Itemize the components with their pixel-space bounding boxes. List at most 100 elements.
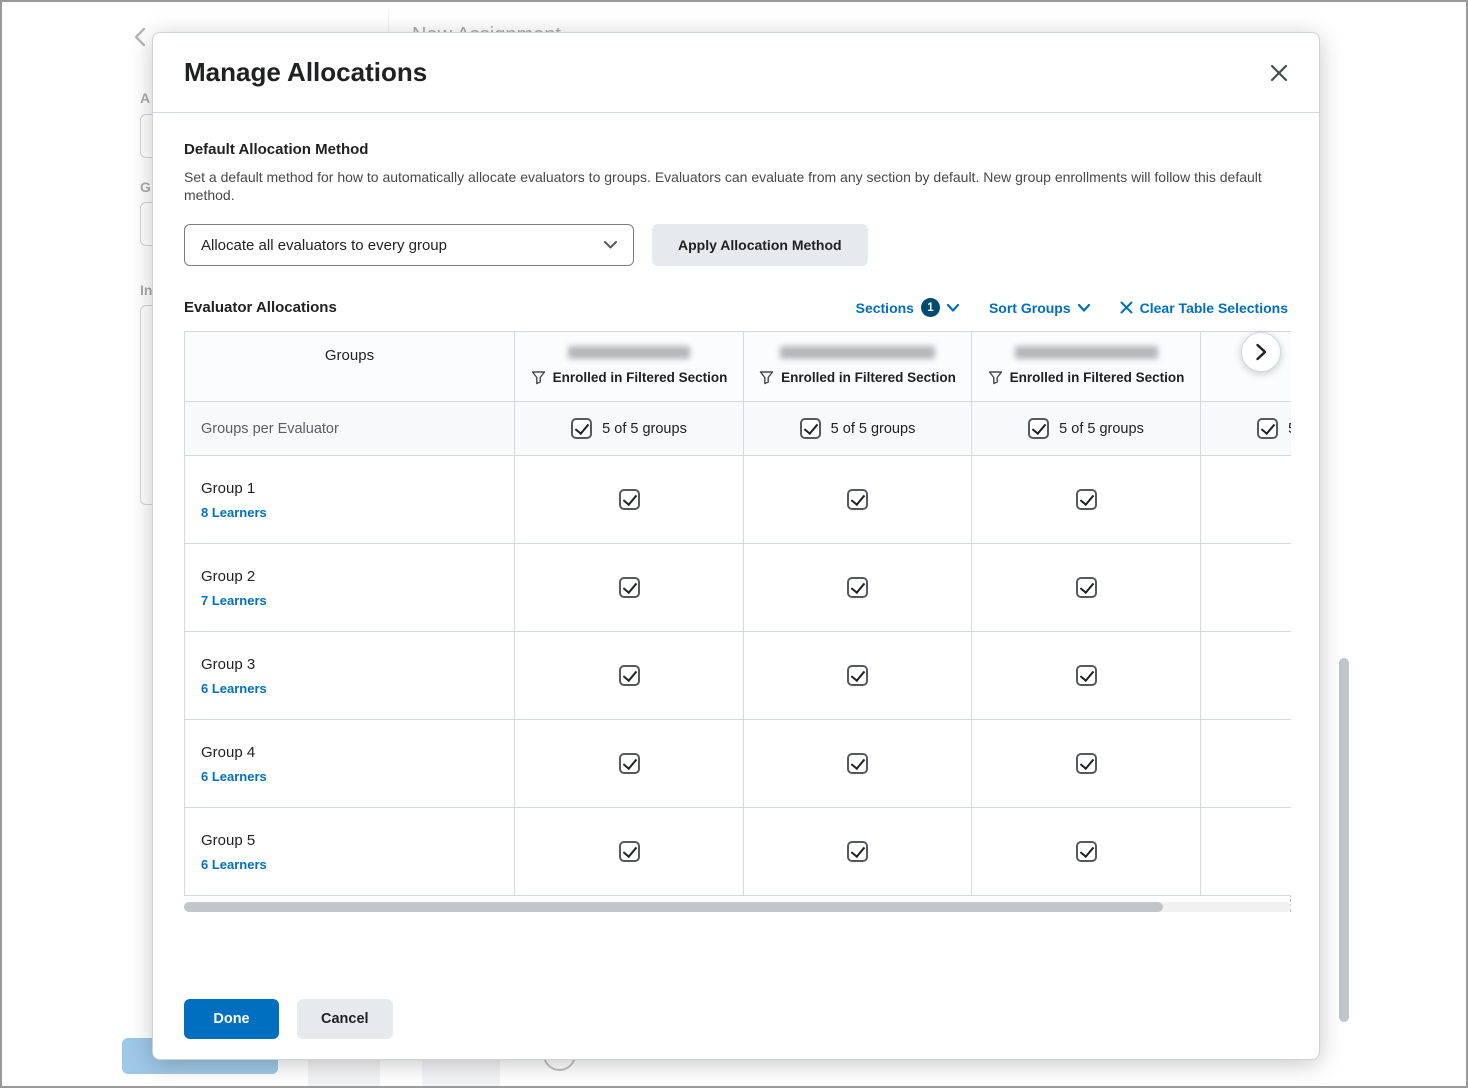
close-icon[interactable] [1261,55,1297,91]
cancel-button[interactable]: Cancel [297,999,393,1039]
apply-allocation-method-button[interactable]: Apply Allocation Method [652,224,868,266]
groups-column-header: Groups [185,332,515,402]
allocation-cell-clipped [1201,720,1291,808]
chevron-down-icon [604,241,617,249]
allocation-checkbox[interactable] [847,841,868,862]
group-row-header: Group 4 6 Learners [185,720,515,808]
sort-groups-label: Sort Groups [989,300,1071,316]
allocation-checkbox[interactable] [1076,577,1097,598]
allocation-method-value: Allocate all evaluators to every group [201,237,447,254]
evaluator-column-header: Enrolled in Filtered Section [972,332,1201,402]
allocation-cell [972,720,1201,808]
enrolled-filter-label: Enrolled in Filtered Section [553,370,728,385]
allocation-cell [515,456,744,544]
learners-link[interactable]: 6 Learners [201,681,267,696]
clear-link-label: Clear Table Selections [1140,300,1288,316]
dialog-header: Manage Allocations [153,33,1319,113]
allocation-checkbox[interactable] [1076,753,1097,774]
allocation-checkbox[interactable] [1076,489,1097,510]
screen: New Assignment A G In ? Manage Allocatio… [0,0,1468,1088]
column-summary-cell: 5 of 5 groups [744,402,972,456]
select-all-checkbox[interactable] [1257,418,1278,439]
enrolled-filter-indicator: Enrolled in Filtered Section [759,370,956,385]
done-button[interactable]: Done [184,999,279,1039]
allocation-checkbox[interactable] [619,665,640,686]
allocation-summary-text: 5 of 5 groups [1059,421,1144,437]
group-row-header: Group 3 6 Learners [185,632,515,720]
default-method-heading: Default Allocation Method [184,141,1288,158]
allocation-cell-clipped [1201,456,1291,544]
allocation-cell [515,720,744,808]
learners-link[interactable]: 8 Learners [201,505,267,520]
evaluator-name-redacted [568,346,690,359]
select-all-checkbox[interactable] [800,418,821,439]
chevron-down-icon [947,304,959,312]
group-name: Group 1 [201,480,255,497]
allocation-checkbox[interactable] [1076,841,1097,862]
filter-funnel-icon [988,370,1003,385]
allocation-checkbox[interactable] [619,489,640,510]
table-scrollbar-horizontal[interactable] [184,902,1291,912]
groups-per-evaluator-label: Groups per Evaluator [185,402,515,456]
allocation-cell [972,456,1201,544]
allocation-cell [972,808,1201,896]
allocation-checkbox[interactable] [847,665,868,686]
evaluator-name-redacted [1015,346,1158,359]
group-name: Group 4 [201,744,255,761]
chevron-down-icon [1078,304,1090,312]
allocation-checkbox[interactable] [847,753,868,774]
dialog-footer: Done Cancel [184,999,393,1039]
allocation-checkbox[interactable] [847,577,868,598]
table-scrollbar-thumb[interactable] [184,902,1163,912]
allocation-checkbox[interactable] [847,489,868,510]
allocation-summary-text: 5 of 5 groups [602,421,687,437]
enrolled-filter-indicator: Enrolled in Filtered Section [531,370,728,385]
sort-groups-link[interactable]: Sort Groups [989,300,1090,316]
page-scrollbar-vertical[interactable] [1339,658,1349,1022]
default-method-description: Set a default method for how to automati… [184,168,1288,204]
group-row-header: Group 1 8 Learners [185,456,515,544]
evaluator-allocations-header: Evaluator Allocations Sections 1 Sort Gr… [184,298,1288,317]
learners-link[interactable]: 7 Learners [201,593,267,608]
manage-allocations-dialog: Manage Allocations Default Allocation Me… [152,32,1320,1060]
allocation-checkbox[interactable] [1076,665,1097,686]
allocation-cell [744,544,972,632]
dialog-title: Manage Allocations [184,57,1289,88]
dialog-body: Default Allocation Method Set a default … [153,141,1319,912]
allocation-cell [744,720,972,808]
allocations-table: Groups Enrolled in Filtered Section [184,331,1291,896]
evaluator-column-header: Enrolled in Filtered Section [515,332,744,402]
allocation-cell-clipped [1201,632,1291,720]
select-all-checkbox[interactable] [571,418,592,439]
allocations-table-region: Groups Enrolled in Filtered Section [184,331,1291,912]
learners-link[interactable]: 6 Learners [201,857,267,872]
sections-count-badge: 1 [921,298,940,317]
allocation-checkbox[interactable] [619,841,640,862]
evaluator-allocations-heading: Evaluator Allocations [184,299,337,316]
group-name: Group 5 [201,832,255,849]
default-method-controls: Allocate all evaluators to every group A… [184,224,1288,266]
table-action-links: Sections 1 Sort Groups [856,298,1288,317]
learners-link[interactable]: 6 Learners [201,769,267,784]
group-row-header: Group 2 7 Learners [185,544,515,632]
allocation-summary-text: 5 of 5 groups [1288,421,1291,437]
allocation-checkbox[interactable] [619,577,640,598]
allocation-cell [972,544,1201,632]
allocation-cell-clipped [1201,544,1291,632]
evaluator-name-redacted [780,346,935,359]
allocation-summary-text: 5 of 5 groups [831,421,916,437]
allocation-checkbox[interactable] [619,753,640,774]
group-name: Group 3 [201,656,255,673]
sections-link-label: Sections [856,300,914,316]
allocation-method-select[interactable]: Allocate all evaluators to every group [184,224,634,266]
allocation-cell [515,544,744,632]
column-summary-cell: 5 of 5 groups [972,402,1201,456]
clear-x-icon [1120,301,1133,314]
allocation-cell [744,456,972,544]
enrolled-filter-label: Enrolled in Filtered Section [1010,370,1185,385]
select-all-checkbox[interactable] [1028,418,1049,439]
allocation-cell [744,808,972,896]
allocations-table-clip: Groups Enrolled in Filtered Section [184,331,1291,896]
sections-filter-link[interactable]: Sections 1 [856,298,959,317]
clear-table-selections-link[interactable]: Clear Table Selections [1120,300,1288,316]
